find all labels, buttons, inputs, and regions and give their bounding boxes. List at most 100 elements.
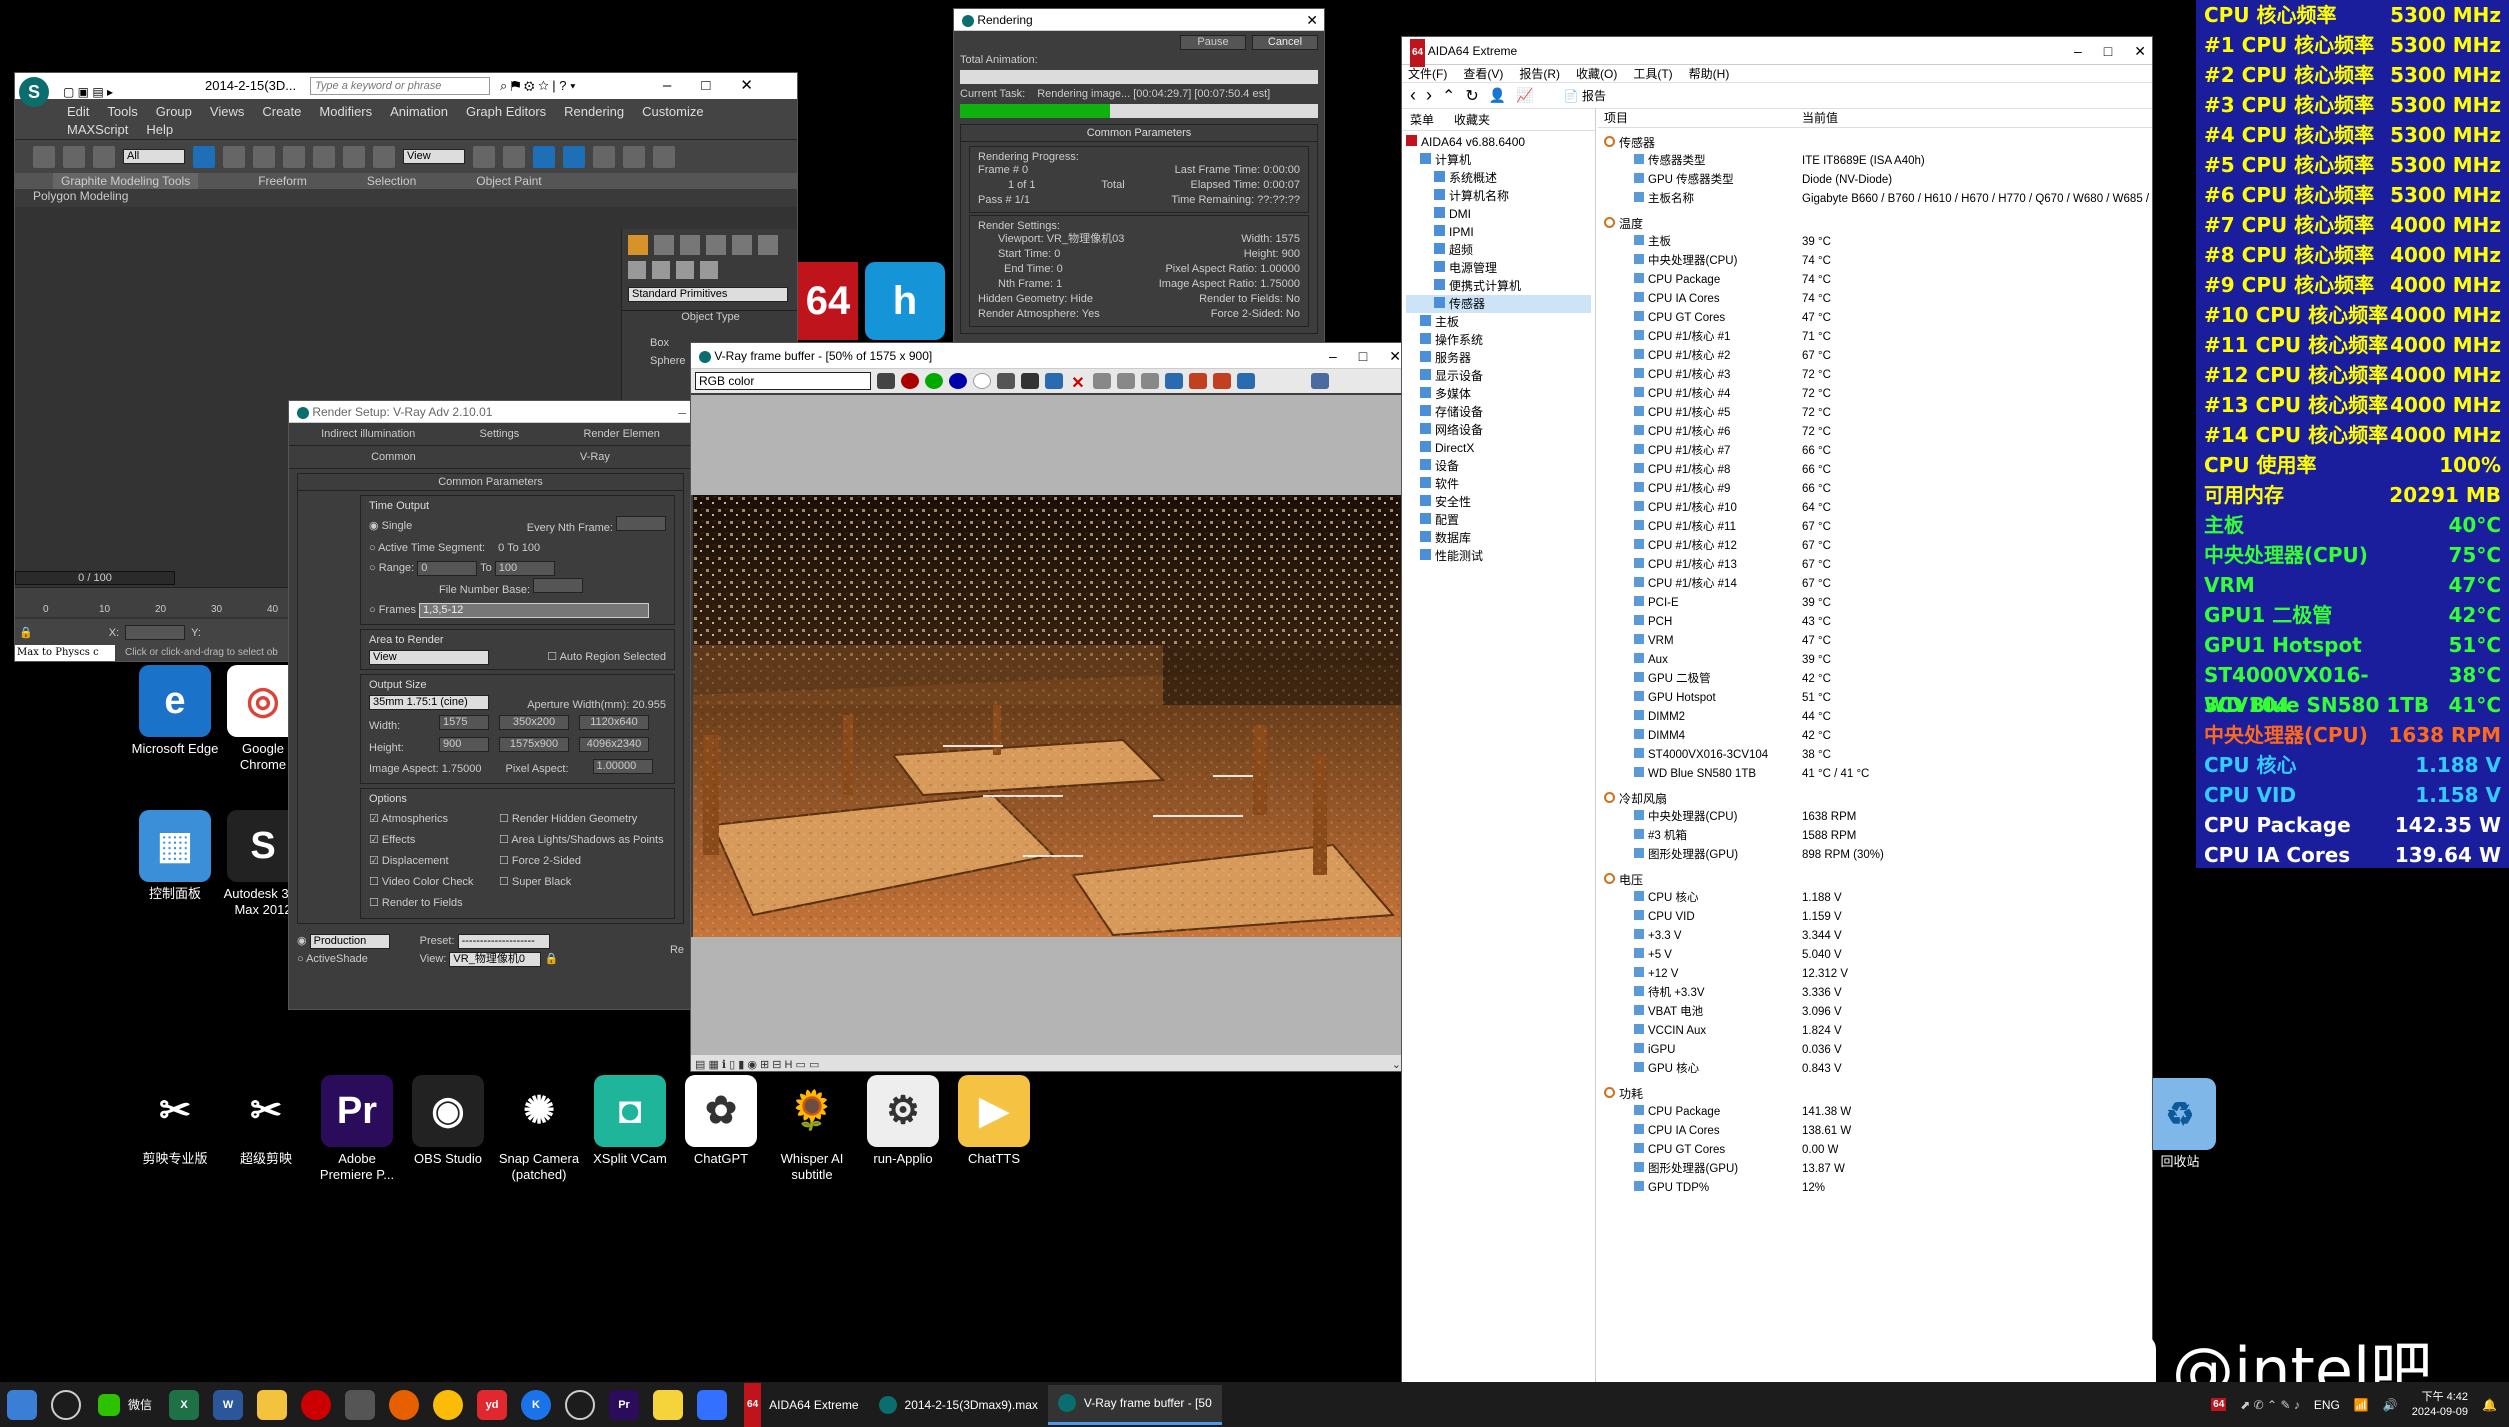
minimize-icon[interactable]: – — [1329, 343, 1337, 369]
timeline-track[interactable]: 0 10 20 30 40 — [15, 587, 299, 617]
search-icon[interactable] — [51, 1389, 81, 1420]
modify-tab-icon[interactable] — [654, 235, 674, 255]
sensor-row[interactable]: WD Blue SN580 1TB 41 °C / 41 °C — [1598, 765, 2152, 784]
option-checkbox-4[interactable]: ☐ Render to Fields — [369, 893, 479, 914]
sensor-row[interactable]: CPU #1/核心 #3 72 °C — [1598, 366, 2152, 385]
option-checkbox-2[interactable]: ☑ Displacement — [369, 851, 479, 872]
render-last-icon[interactable] — [1189, 373, 1207, 389]
production-radio[interactable]: ◉ Production — [297, 932, 390, 950]
tree-item[interactable]: 数据库 — [1406, 529, 1591, 547]
calculator-icon[interactable] — [345, 1389, 376, 1420]
sensor-row[interactable]: iGPU 0.036 V — [1598, 1041, 2152, 1060]
obs-icon[interactable] — [565, 1389, 596, 1420]
maximize-icon[interactable]: □ — [1359, 343, 1367, 369]
sensor-row[interactable]: CPU IA Cores 74 °C — [1598, 290, 2152, 309]
every-nth-field[interactable] — [616, 516, 666, 531]
tree-item[interactable]: 存储设备 — [1406, 403, 1591, 421]
tray-icons[interactable]: ⬈ ✆ ⌃ ✎ ♪ — [2240, 1398, 2300, 1412]
sensor-row[interactable]: +12 V 12.312 V — [1598, 965, 2152, 984]
sensor-row[interactable]: CPU GT Cores 47 °C — [1598, 309, 2152, 328]
k-app-icon[interactable]: K — [521, 1389, 552, 1420]
tree-item[interactable]: AIDA64 v6.88.6400 — [1406, 133, 1591, 151]
save-icon[interactable] — [1021, 373, 1039, 389]
explorer-icon[interactable] — [257, 1389, 288, 1420]
sensor-row[interactable]: CPU IA Cores 138.61 W — [1598, 1122, 2152, 1141]
render-button[interactable]: Re — [670, 941, 684, 959]
desktop-icon-2[interactable]: ▦ 控制面板 — [130, 810, 220, 902]
max-menu-9[interactable]: Customize — [642, 104, 703, 119]
pause-button[interactable]: Pause — [1180, 35, 1246, 50]
ribbon-tab-1[interactable]: Freeform — [258, 173, 307, 189]
tree-item[interactable]: 主板 — [1406, 313, 1591, 331]
tree-item[interactable]: DMI — [1406, 205, 1591, 223]
desktop-icon-bottom-8[interactable]: ⚙ run-Applio — [858, 1075, 948, 1167]
tree-item[interactable]: 超频 — [1406, 241, 1591, 259]
preset-4096x2340[interactable]: 4096x2340 — [579, 737, 649, 752]
desktop-icon-bottom-5[interactable]: ◘ XSplit VCam — [585, 1075, 675, 1167]
tree-item[interactable]: 性能测试 — [1406, 547, 1591, 565]
frames-radio[interactable]: ○ Frames — [369, 604, 416, 616]
sensor-row[interactable]: +3.3 V 3.344 V — [1598, 927, 2152, 946]
sensor-row[interactable]: CPU #1/核心 #7 66 °C — [1598, 442, 2152, 461]
sensor-row[interactable]: CPU 核心 1.188 V — [1598, 889, 2152, 908]
create-tab-icon[interactable] — [628, 235, 648, 255]
select-by-name-icon[interactable] — [223, 145, 245, 168]
up-icon[interactable]: ⌃ — [1442, 86, 1455, 106]
lock-icon[interactable]: 🔒 — [19, 626, 33, 639]
tray-aida-icon[interactable]: 64 — [2211, 1398, 2227, 1411]
geometry-icon[interactable] — [628, 261, 646, 279]
max-logo-icon[interactable]: S — [19, 77, 49, 107]
sensor-row[interactable]: CPU Package 141.38 W — [1598, 1103, 2152, 1122]
back-icon[interactable]: ‹ — [1410, 85, 1416, 106]
sensor-row[interactable]: GPU 二极管 42 °C — [1598, 670, 2152, 689]
coord-x-field[interactable] — [125, 625, 186, 640]
sensor-row[interactable]: 中央处理器(CPU) 74 °C — [1598, 252, 2152, 271]
aida-left-tab-1[interactable]: 收藏夹 — [1454, 111, 1490, 128]
option-checkbox-1[interactable]: ☑ Effects — [369, 830, 479, 851]
sensor-row[interactable]: CPU VID 1.159 V — [1598, 908, 2152, 927]
option-checkbox-3[interactable]: ☐ Video Color Check — [369, 872, 479, 893]
preset-dropdown[interactable]: -------------------- — [457, 934, 550, 949]
feishu-icon[interactable] — [697, 1389, 728, 1420]
rs-tab2-0[interactable]: Common — [371, 446, 416, 468]
time-slider[interactable]: 0 / 100 — [15, 571, 175, 585]
render-canvas-image[interactable] — [693, 495, 1407, 937]
sensor-row[interactable]: PCI-E 39 °C — [1598, 594, 2152, 613]
max-menu-8[interactable]: Rendering — [564, 104, 624, 119]
sensor-row[interactable]: CPU #1/核心 #14 67 °C — [1598, 575, 2152, 594]
tree-item[interactable]: 配置 — [1406, 511, 1591, 529]
spinner-snap-icon[interactable] — [623, 145, 645, 168]
auto-region-checkbox[interactable]: ☐ Auto Region Selected — [547, 650, 666, 665]
tree-item[interactable]: 电源管理 — [1406, 259, 1591, 277]
taskbar-vray[interactable]: V-Ray frame buffer - [50 — [1047, 1384, 1222, 1425]
sensor-row[interactable]: 待机 +3.3V 3.336 V — [1598, 984, 2152, 1003]
common-params-rollout[interactable]: Common Parameters — [298, 474, 683, 491]
cancel-button[interactable]: Cancel — [1252, 35, 1318, 50]
rotate-icon[interactable] — [343, 145, 365, 168]
tree-item[interactable]: 多媒体 — [1406, 385, 1591, 403]
sensor-row[interactable]: CPU #1/核心 #4 72 °C — [1598, 385, 2152, 404]
file-number-base-field[interactable] — [533, 578, 584, 593]
sensor-row[interactable]: GPU Hotspot 51 °C — [1598, 689, 2152, 708]
pixel-aspect-field[interactable]: 1.00000 — [592, 759, 653, 774]
sensor-row[interactable]: CPU #1/核心 #11 67 °C — [1598, 518, 2152, 537]
blue-channel-icon[interactable] — [949, 373, 967, 389]
preset-350x200[interactable]: 350x200 — [499, 715, 569, 730]
premiere-icon[interactable]: Pr — [609, 1389, 640, 1420]
tree-item[interactable]: 系统概述 — [1406, 169, 1591, 187]
rs-tab2-1[interactable]: V-Ray — [580, 446, 610, 468]
show-corrections-icon[interactable] — [1237, 373, 1255, 389]
sensor-row[interactable]: GPU TDP% 12% — [1598, 1179, 2152, 1198]
ribbon-tab-3[interactable]: Object Paint — [476, 173, 541, 189]
ribbon-tab-2[interactable]: Selection — [367, 173, 416, 189]
single-radio[interactable]: ◉ Single — [369, 516, 412, 538]
activeshade-radio[interactable]: ○ ActiveShade — [297, 950, 390, 968]
language-indicator[interactable]: ENG — [2314, 1398, 2340, 1412]
desktop-icon-bottom-0[interactable]: ✂ 剪映专业版 — [130, 1075, 220, 1167]
duplicate-to-max-icon[interactable] — [1093, 373, 1111, 389]
option-right-checkbox-2[interactable]: ☐ Force 2-Sided — [499, 851, 664, 872]
view-dropdown[interactable]: VR_物理像机0 — [449, 952, 542, 967]
aida-menu-0[interactable]: 文件(F) — [1408, 65, 1447, 82]
hierarchy-tab-icon[interactable] — [680, 235, 700, 255]
firefox-icon[interactable] — [389, 1389, 420, 1420]
